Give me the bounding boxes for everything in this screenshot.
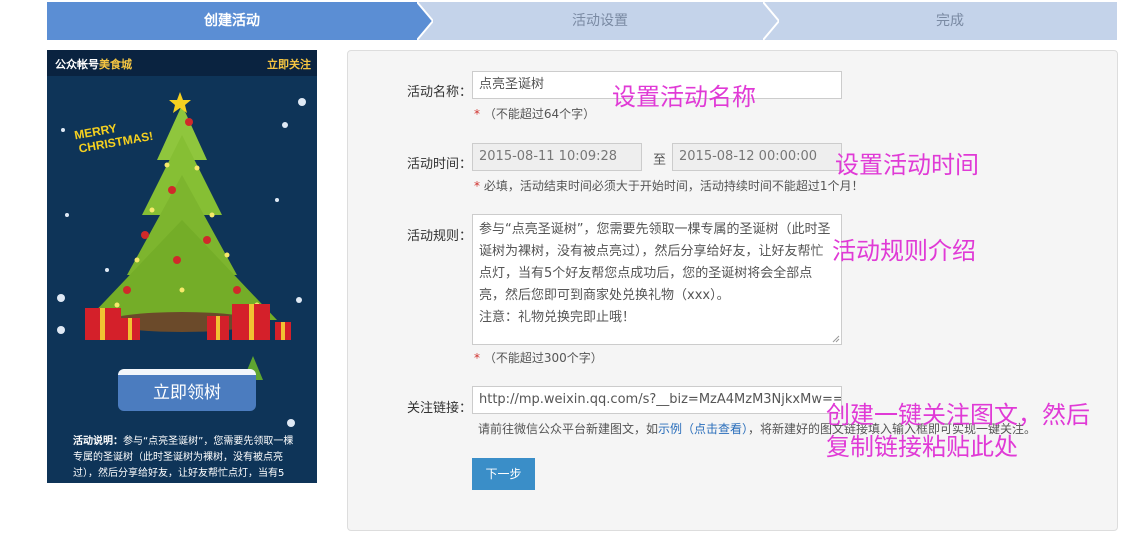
account-prefix: 公众帐号: [55, 58, 99, 71]
resize-handle-icon[interactable]: [832, 335, 840, 343]
step-bar: 创建活动 活动设置 完成: [47, 2, 1117, 40]
activity-description: 活动说明：参与“点亮圣诞树”，您需要先领取一棵专属的圣诞树（此时圣诞树为裸树，没…: [73, 434, 299, 482]
account-name: 美食城: [99, 58, 132, 71]
example-link[interactable]: 示例（点击查看）: [658, 422, 748, 436]
next-step-button[interactable]: 下一步: [472, 458, 535, 490]
chevron-separator: [763, 2, 779, 40]
follow-link-input[interactable]: http://mp.weixin.qq.com/s?__biz=MzA4MzM3…: [472, 386, 842, 414]
activity-time-label: 活动时间：: [406, 157, 472, 172]
name-hint-text: （不能超过64个字）: [483, 107, 596, 121]
claim-tree-button[interactable]: 立即领树: [118, 369, 256, 411]
activity-rule-textarea[interactable]: 参与“点亮圣诞树”，您需要先领取一棵专属的圣诞树（此时圣诞树为裸树，没有被点亮过…: [472, 214, 842, 345]
annotation-rule: 活动规则介绍: [832, 237, 976, 265]
phone-preview: MERRY CHRISTMAS! 公众帐号美食城 立即关注 立即领树 活动说明：…: [47, 50, 317, 483]
link-hint-pre: 请前往微信公众平台新建图文，如: [478, 422, 659, 436]
step-activity-settings: 活动设置: [572, 13, 628, 29]
to-label: 至: [653, 153, 667, 168]
activity-rule-hint: * （不能超过300个字）: [474, 351, 603, 365]
start-time-input[interactable]: 2015-08-11 10:09:28: [472, 143, 642, 171]
follow-link-label: 关注链接：: [406, 401, 472, 416]
annotation-time: 设置活动时间: [835, 151, 979, 179]
activity-name-hint: * （不能超过64个字）: [474, 107, 596, 121]
rule-text: 参与“点亮圣诞树”，您需要先领取一棵专属的圣诞树（此时圣诞树为裸树，没有被点亮过…: [479, 222, 831, 303]
rule-note: 注意：礼物兑换完即止哦！: [479, 310, 636, 325]
annotation-name: 设置活动名称: [612, 83, 756, 111]
end-time-input[interactable]: 2015-08-12 00:00:00: [672, 143, 842, 171]
phone-header: 公众帐号美食城 立即关注: [47, 50, 317, 76]
form-panel: 活动名称： 点亮圣诞树 * （不能超过64个字） 设置活动名称 活动时间： 20…: [347, 50, 1118, 531]
description-title: 活动说明：: [73, 436, 123, 447]
rule-hint-text: （不能超过300个字）: [483, 351, 603, 365]
annotation-link-line2: 复制链接粘贴此处: [826, 433, 1018, 461]
activity-name-label: 活动名称：: [406, 85, 472, 100]
step-create-activity: 创建活动: [47, 2, 417, 40]
activity-rule-label: 活动规则：: [406, 229, 472, 244]
follow-now-link[interactable]: 立即关注: [267, 56, 311, 72]
time-hint-text: 必填，活动结束时间必须大于开始时间，活动持续时间不能超过1个月！: [483, 179, 864, 193]
step-complete: 完成: [936, 13, 964, 29]
christmas-tree-illustration: MERRY CHRISTMAS!: [57, 92, 306, 427]
chevron-separator: [417, 2, 433, 40]
activity-time-hint: * 必填，活动结束时间必须大于开始时间，活动持续时间不能超过1个月！: [474, 179, 864, 193]
annotation-link-line1: 创建一键关注图文，然后: [826, 401, 1090, 429]
account-label: 公众帐号美食城: [55, 56, 132, 72]
